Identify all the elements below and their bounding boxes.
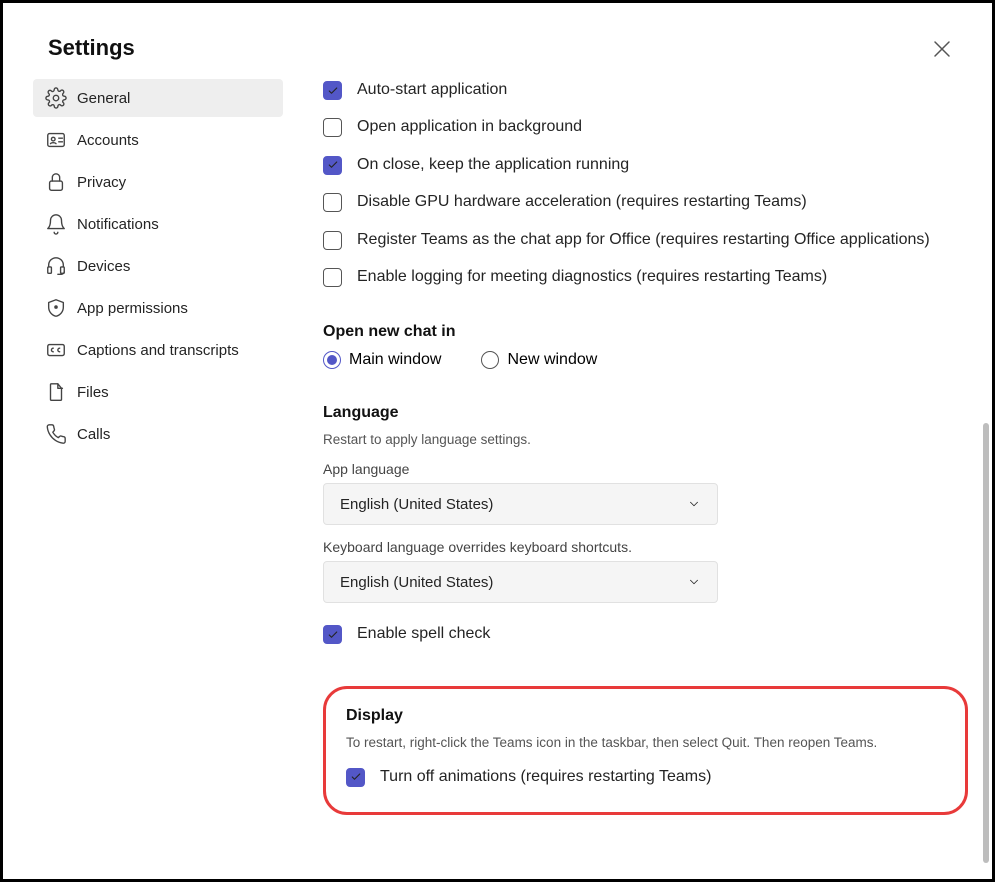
checkbox-on-close[interactable] xyxy=(323,156,342,175)
phone-icon xyxy=(45,423,67,445)
checkbox-disable-gpu[interactable] xyxy=(323,193,342,212)
checkbox-label: Turn off animations (requires restarting… xyxy=(380,766,711,788)
language-restart-hint: Restart to apply language settings. xyxy=(323,432,952,447)
checkbox-register-chat[interactable] xyxy=(323,231,342,250)
display-restart-hint: To restart, right-click the Teams icon i… xyxy=(346,735,945,750)
dropdown-value: English (United States) xyxy=(340,496,493,513)
display-section-callout: Display To restart, right-click the Team… xyxy=(323,686,968,815)
section-language: Language xyxy=(323,404,952,422)
sidebar-item-files[interactable]: Files xyxy=(33,373,283,411)
app-language-dropdown[interactable]: English (United States) xyxy=(323,483,718,525)
sidebar-item-devices[interactable]: Devices xyxy=(33,247,283,285)
section-open-chat: Open new chat in xyxy=(323,323,952,341)
lock-icon xyxy=(45,171,67,193)
checkbox-label: Auto-start application xyxy=(357,79,507,101)
radio-label: Main window xyxy=(349,351,441,369)
sidebar-item-label: Privacy xyxy=(77,174,126,191)
sidebar-item-label: Accounts xyxy=(77,132,139,149)
checkbox-label: Disable GPU hardware acceleration (requi… xyxy=(357,191,807,213)
radio-new-window[interactable]: New window xyxy=(481,351,597,369)
scrollbar[interactable] xyxy=(983,423,989,863)
checkbox-label: Register Teams as the chat app for Offic… xyxy=(357,229,930,251)
checkbox-spell-check[interactable] xyxy=(323,625,342,644)
sidebar-item-label: Files xyxy=(77,384,109,401)
captions-icon xyxy=(45,339,67,361)
sidebar-item-captions[interactable]: Captions and transcripts xyxy=(33,331,283,369)
checkbox-label: Enable spell check xyxy=(357,623,490,645)
sidebar-item-calls[interactable]: Calls xyxy=(33,415,283,453)
chevron-down-icon xyxy=(687,575,701,589)
sidebar-item-label: Notifications xyxy=(77,216,159,233)
sidebar-item-general[interactable]: General xyxy=(33,79,283,117)
sidebar-item-accounts[interactable]: Accounts xyxy=(33,121,283,159)
sidebar-item-label: Devices xyxy=(77,258,130,275)
sidebar-item-privacy[interactable]: Privacy xyxy=(33,163,283,201)
checkbox-autostart[interactable] xyxy=(323,81,342,100)
sidebar-item-app-permissions[interactable]: App permissions xyxy=(33,289,283,327)
close-icon xyxy=(932,39,952,59)
section-display: Display xyxy=(346,707,945,725)
close-button[interactable] xyxy=(932,39,952,59)
chevron-down-icon xyxy=(687,497,701,511)
checkbox-label: On close, keep the application running xyxy=(357,154,629,176)
checkbox-enable-logging[interactable] xyxy=(323,268,342,287)
id-card-icon xyxy=(45,129,67,151)
dropdown-value: English (United States) xyxy=(340,574,493,591)
checkbox-turn-off-animations[interactable] xyxy=(346,768,365,787)
sidebar-item-label: Captions and transcripts xyxy=(77,342,239,359)
sidebar-item-notifications[interactable]: Notifications xyxy=(33,205,283,243)
keyboard-language-label: Keyboard language overrides keyboard sho… xyxy=(323,539,952,555)
file-icon xyxy=(45,381,67,403)
settings-sidebar: General Accounts Privacy Notifications D… xyxy=(33,79,283,889)
app-language-label: App language xyxy=(323,461,952,477)
shield-icon xyxy=(45,297,67,319)
radio-label: New window xyxy=(507,351,597,369)
settings-content: Auto-start application Open application … xyxy=(283,79,992,889)
bell-icon xyxy=(45,213,67,235)
sidebar-item-label: App permissions xyxy=(77,300,188,317)
radio-icon xyxy=(481,351,499,369)
headset-icon xyxy=(45,255,67,277)
checkbox-open-background[interactable] xyxy=(323,118,342,137)
checkbox-label: Open application in background xyxy=(357,116,582,138)
radio-icon xyxy=(323,351,341,369)
page-title: Settings xyxy=(48,35,135,61)
checkbox-label: Enable logging for meeting diagnostics (… xyxy=(357,266,827,288)
radio-main-window[interactable]: Main window xyxy=(323,351,441,369)
sidebar-item-label: General xyxy=(77,90,130,107)
sidebar-item-label: Calls xyxy=(77,426,110,443)
gear-icon xyxy=(45,87,67,109)
keyboard-language-dropdown[interactable]: English (United States) xyxy=(323,561,718,603)
